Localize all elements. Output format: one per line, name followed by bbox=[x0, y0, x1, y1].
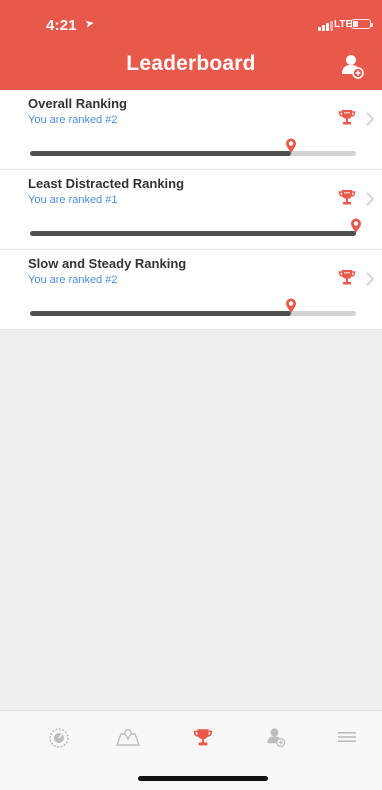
ranking-title: Slow and Steady Ranking bbox=[28, 256, 187, 271]
tab-menu[interactable] bbox=[333, 725, 361, 749]
location-pin-icon bbox=[285, 298, 296, 313]
trophy-icon bbox=[338, 270, 356, 285]
trophy-icon bbox=[193, 729, 213, 746]
ranking-progress-fill bbox=[30, 231, 356, 236]
home-indicator[interactable] bbox=[138, 776, 268, 781]
ranking-row-overall[interactable]: Overall Ranking You are ranked #2 bbox=[0, 90, 382, 170]
trophy-icon bbox=[338, 110, 356, 125]
chevron-right-icon bbox=[366, 112, 374, 126]
ranking-progress-track bbox=[30, 218, 361, 236]
menu-icon bbox=[338, 732, 356, 742]
location-pin-icon bbox=[285, 138, 296, 153]
tab-leaderboard[interactable] bbox=[189, 725, 217, 749]
location-arrow-icon: ➤ bbox=[84, 17, 96, 31]
location-pin-icon bbox=[351, 218, 361, 233]
ranking-progress-track bbox=[30, 298, 356, 316]
chevron-right-icon bbox=[366, 272, 374, 286]
ranking-title: Overall Ranking bbox=[28, 96, 127, 111]
signal-icon bbox=[318, 21, 334, 31]
tab-dashboard[interactable] bbox=[45, 725, 73, 749]
add-user-icon bbox=[267, 728, 286, 748]
add-user-button[interactable] bbox=[340, 52, 366, 80]
carrier-label: LTE bbox=[334, 19, 353, 30]
ranking-row-least-distracted[interactable]: Least Distracted Ranking You are ranked … bbox=[0, 170, 382, 250]
ranking-title: Least Distracted Ranking bbox=[28, 176, 185, 191]
tab-map[interactable] bbox=[114, 725, 142, 749]
ranking-progress-fill bbox=[30, 311, 291, 316]
ranking-subtitle: You are ranked #2 bbox=[28, 114, 118, 126]
ranking-progress-fill bbox=[30, 151, 291, 156]
ranking-subtitle: You are ranked #2 bbox=[28, 274, 118, 286]
ranking-subtitle: You are ranked #1 bbox=[28, 194, 118, 206]
ranking-progress-track bbox=[30, 138, 356, 156]
page-title: Leaderboard bbox=[126, 52, 256, 75]
ranking-list: Overall Ranking You are ranked #2 Least … bbox=[0, 90, 382, 330]
add-user-icon bbox=[342, 55, 364, 79]
status-time: 4:21 bbox=[46, 17, 77, 34]
map-icon bbox=[116, 728, 140, 746]
battery-level bbox=[353, 21, 358, 27]
app-header: 4:21 ➤ LTE Leaderboard bbox=[0, 0, 382, 90]
ranking-row-slow-and-steady[interactable]: Slow and Steady Ranking You are ranked #… bbox=[0, 250, 382, 330]
tab-add-user[interactable] bbox=[262, 725, 290, 749]
chevron-right-icon bbox=[366, 192, 374, 206]
speedometer-icon bbox=[49, 728, 69, 748]
battery-icon bbox=[351, 19, 373, 29]
trophy-icon bbox=[338, 190, 356, 205]
status-bar: 4:21 ➤ LTE bbox=[0, 0, 382, 44]
